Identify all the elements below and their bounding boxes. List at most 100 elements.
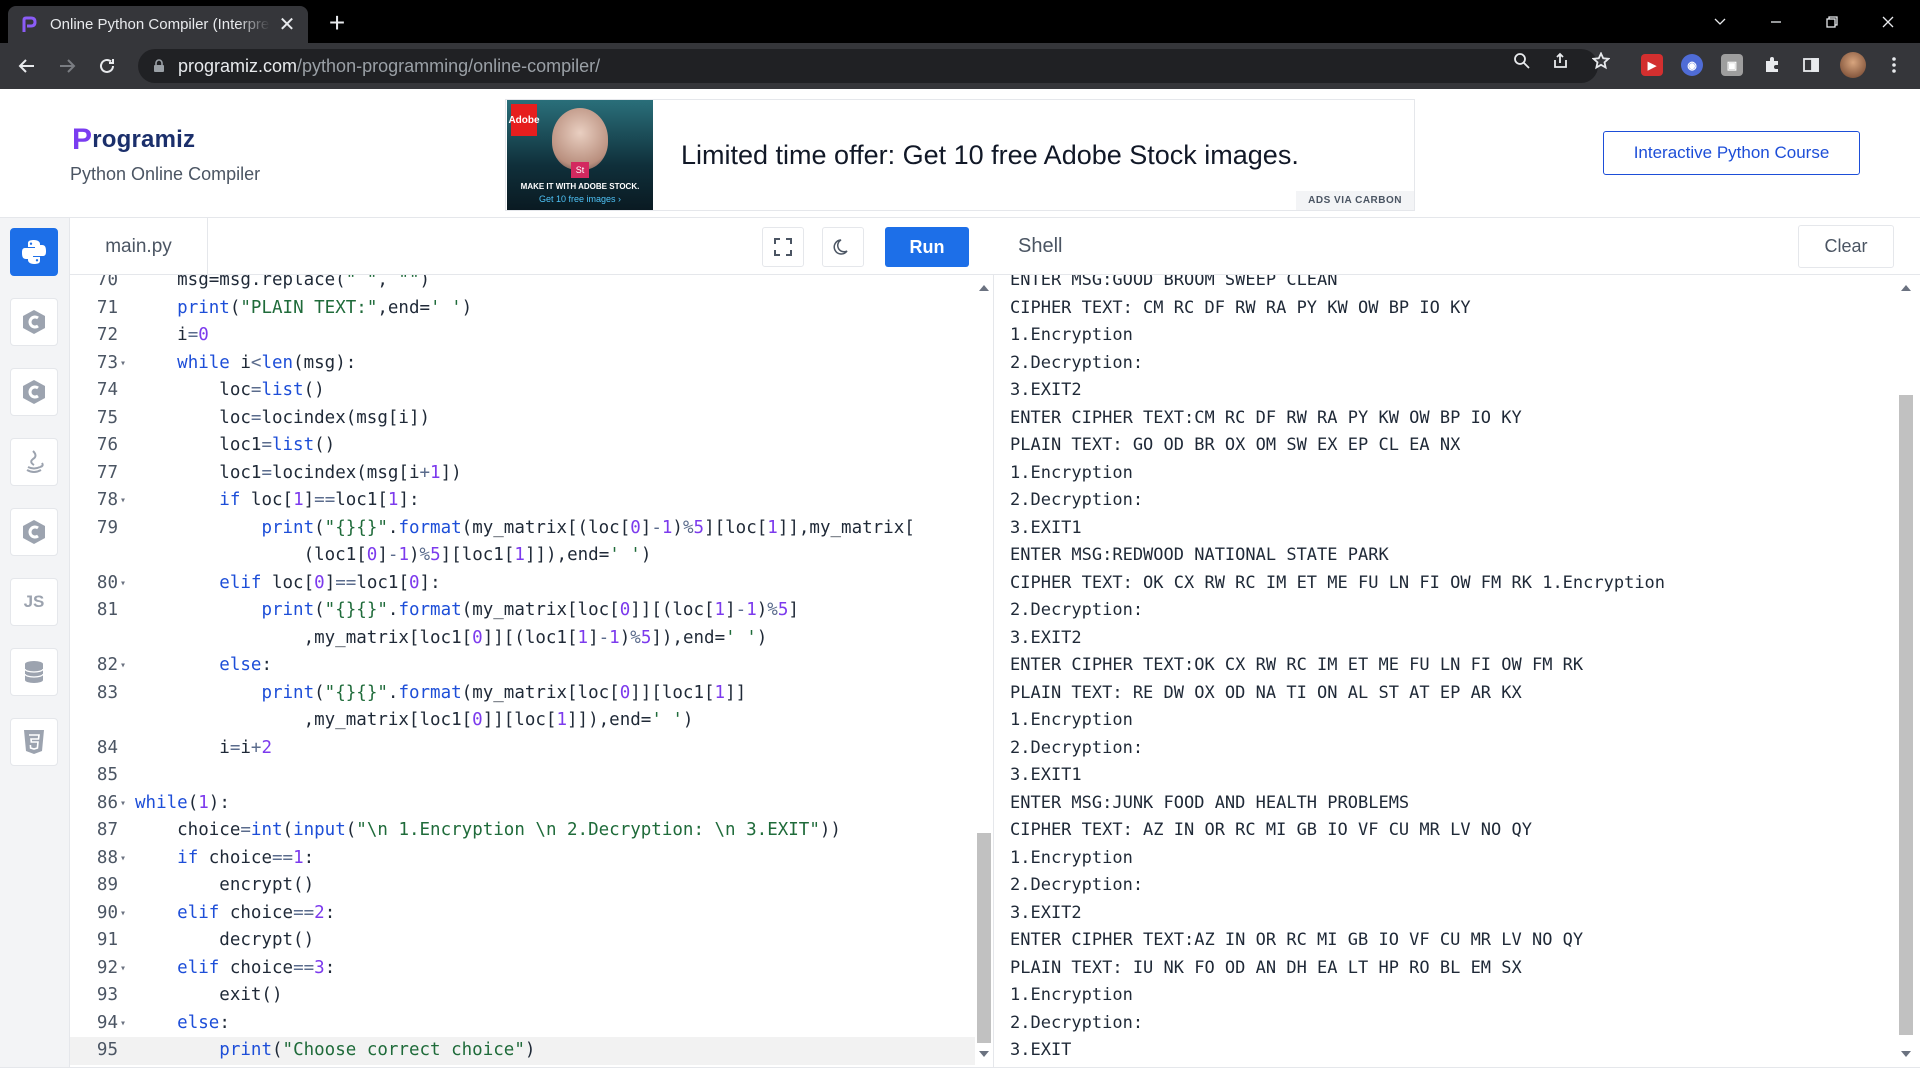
extension-gray-icon[interactable]: ▣ — [1721, 54, 1743, 76]
code-line[interactable]: (loc1[0]-1)%5][loc1[1]]),end=' ') — [70, 542, 975, 570]
run-button[interactable]: Run — [885, 227, 969, 267]
ad-image[interactable]: Adobe St MAKE IT WITH ADOBE STOCK. Get 1… — [507, 100, 653, 210]
python-language-icon[interactable] — [10, 228, 58, 276]
editor-toolbar: main.py Run — [70, 218, 994, 275]
code-line[interactable]: 88 ▾ if choice==1: — [70, 845, 975, 873]
code-line[interactable]: 90 ▾ elif choice==2: — [70, 900, 975, 928]
fold-arrow-icon[interactable]: ▾ — [120, 790, 126, 818]
code-line[interactable]: 82 ▾ else: — [70, 652, 975, 680]
clear-button[interactable]: Clear — [1798, 225, 1894, 268]
fold-arrow-icon[interactable]: ▾ — [120, 350, 126, 378]
search-icon[interactable] — [1512, 51, 1532, 71]
fold-arrow-icon[interactable]: ▾ — [120, 900, 126, 928]
code-line[interactable]: 86 ▾ while(1): — [70, 790, 975, 818]
cpp-language-icon[interactable] — [10, 508, 58, 556]
code-line[interactable]: 91 decrypt() — [70, 927, 975, 955]
code-line[interactable]: 95 print("Choose correct choice") — [70, 1037, 975, 1065]
share-icon[interactable] — [1551, 51, 1571, 71]
shell-line: 3.EXIT1 — [1010, 765, 1082, 785]
new-tab-icon[interactable]: + — [322, 8, 352, 38]
shell-scroll-down-arrow-icon[interactable] — [1901, 1051, 1911, 1057]
code-text: loc1=list() — [135, 435, 336, 455]
extension-red-icon[interactable]: ▶ — [1641, 54, 1663, 76]
scroll-down-arrow-icon[interactable] — [979, 1051, 989, 1057]
ad-text[interactable]: Limited time offer: Get 10 free Adobe St… — [681, 140, 1299, 171]
c-language-icon[interactable] — [10, 368, 58, 416]
code-line[interactable]: 85 — [70, 762, 975, 790]
sql-database-icon[interactable] — [10, 648, 58, 696]
code-line[interactable]: 83 print("{}{}".format(my_matrix[loc[0]]… — [70, 680, 975, 708]
code-scrollbar[interactable] — [975, 275, 994, 1067]
code-line[interactable]: 70 msg=msg.replace(" ", "") — [70, 275, 975, 295]
code-line[interactable]: 87 choice=int(input("\n 1.Encryption \n … — [70, 817, 975, 845]
code-line[interactable]: 77 loc1=locindex(msg[i+1]) — [70, 460, 975, 488]
r-language-icon[interactable] — [10, 298, 58, 346]
dark-mode-moon-icon[interactable] — [822, 227, 864, 267]
fold-arrow-icon[interactable]: ▾ — [120, 652, 126, 680]
close-window-icon[interactable] — [1860, 0, 1916, 43]
code-line[interactable]: 75 loc=locindex(msg[i]) — [70, 405, 975, 433]
fold-arrow-icon[interactable]: ▾ — [120, 570, 126, 598]
code-line[interactable]: 72 i=0 — [70, 322, 975, 350]
code-line[interactable]: ,my_matrix[loc1[0]][loc[1]]),end=' ') — [70, 707, 975, 735]
shell-header: Shell Clear — [994, 218, 1920, 275]
code-line[interactable]: 73 ▾ while i<len(msg): — [70, 350, 975, 378]
code-line[interactable]: 81 print("{}{}".format(my_matrix[loc[0]]… — [70, 597, 975, 625]
code-text: elif choice==2: — [177, 902, 336, 923]
tab-close-icon[interactable]: ✕ — [278, 12, 296, 37]
fullscreen-icon[interactable] — [762, 227, 804, 267]
ad-portrait — [552, 108, 608, 170]
code-scroll-thumb[interactable] — [977, 833, 991, 1043]
html5-language-icon[interactable] — [10, 718, 58, 766]
code-line[interactable]: 89 encrypt() — [70, 872, 975, 900]
profile-avatar[interactable] — [1840, 52, 1866, 78]
address-bar[interactable]: programiz.com/python-programming/online-… — [138, 49, 1598, 83]
forward-icon[interactable] — [52, 51, 82, 81]
shell-line: ENTER MSG:JUNK FOOD AND HEALTH PROBLEMS — [1010, 792, 1410, 813]
code-line[interactable]: 92 ▾ elif choice==3: — [70, 955, 975, 983]
shell-scroll-thumb[interactable] — [1899, 395, 1913, 1035]
fold-arrow-icon[interactable]: ▾ — [120, 845, 126, 873]
code-line[interactable]: 71 print("PLAIN TEXT:",end=' ') — [70, 295, 975, 323]
fold-arrow-icon[interactable]: ▾ — [120, 487, 126, 515]
programiz-logo[interactable]: Programiz — [72, 123, 195, 157]
code-text: decrypt() — [135, 930, 315, 950]
extensions-puzzle-icon[interactable] — [1762, 55, 1782, 75]
menu-kebab-icon[interactable] — [1884, 55, 1904, 75]
shell-scrollbar[interactable] — [1897, 275, 1916, 1067]
shell-output[interactable]: ENTER MSG:GOOD BROOM SWEEP CLEAN CIPHER T… — [994, 275, 1920, 1067]
code-line[interactable]: 74 loc=list() — [70, 377, 975, 405]
ads-via-carbon[interactable]: ADS VIA CARBON — [1296, 191, 1414, 210]
back-icon[interactable] — [12, 51, 42, 81]
browser-tab[interactable]: Online Python Compiler (Interpreter) ✕ — [8, 6, 308, 43]
code-line[interactable]: 80 ▾ elif loc[0]==loc1[0]: — [70, 570, 975, 598]
reload-icon[interactable] — [92, 51, 122, 81]
side-panel-icon[interactable] — [1801, 55, 1821, 75]
code-text: i=i+2 — [135, 737, 273, 758]
interactive-course-button[interactable]: Interactive Python Course — [1603, 131, 1860, 175]
code-line[interactable]: 78 ▾ if loc[1]==loc1[1]: — [70, 487, 975, 515]
java-language-icon[interactable] — [10, 438, 58, 486]
fold-arrow-icon[interactable]: ▾ — [120, 1010, 126, 1038]
line-number: 89 — [96, 875, 118, 895]
restore-icon[interactable] — [1804, 0, 1860, 43]
code-editor[interactable]: 70 msg=msg.replace(" ", "") 71 print("PLA… — [70, 275, 994, 1067]
extension-blue-icon[interactable]: ◉ — [1681, 54, 1703, 76]
line-number: 87 — [96, 820, 118, 840]
bottom-edge — [0, 1067, 1920, 1080]
ad-banner[interactable]: Adobe St MAKE IT WITH ADOBE STOCK. Get 1… — [505, 99, 1415, 211]
tab-search-icon[interactable] — [1692, 0, 1748, 43]
file-tab-main[interactable]: main.py — [70, 218, 208, 275]
minimize-icon[interactable] — [1748, 0, 1804, 43]
scroll-up-arrow-icon[interactable] — [979, 285, 989, 291]
fold-arrow-icon[interactable]: ▾ — [120, 955, 126, 983]
code-line[interactable]: 76 loc1=list() — [70, 432, 975, 460]
code-line[interactable]: 94 ▾ else: — [70, 1010, 975, 1038]
code-line[interactable]: 79 print("{}{}".format(my_matrix[(loc[0]… — [70, 515, 975, 543]
code-line[interactable]: 84 i=i+2 — [70, 735, 975, 763]
code-line[interactable]: 93 exit() — [70, 982, 975, 1010]
code-line[interactable]: ,my_matrix[loc1[0]][(loc1[1]-1)%5]),end=… — [70, 625, 975, 653]
bookmark-star-icon[interactable] — [1591, 51, 1611, 71]
javascript-language-icon[interactable]: JS — [10, 578, 58, 626]
shell-scroll-up-arrow-icon[interactable] — [1901, 285, 1911, 291]
